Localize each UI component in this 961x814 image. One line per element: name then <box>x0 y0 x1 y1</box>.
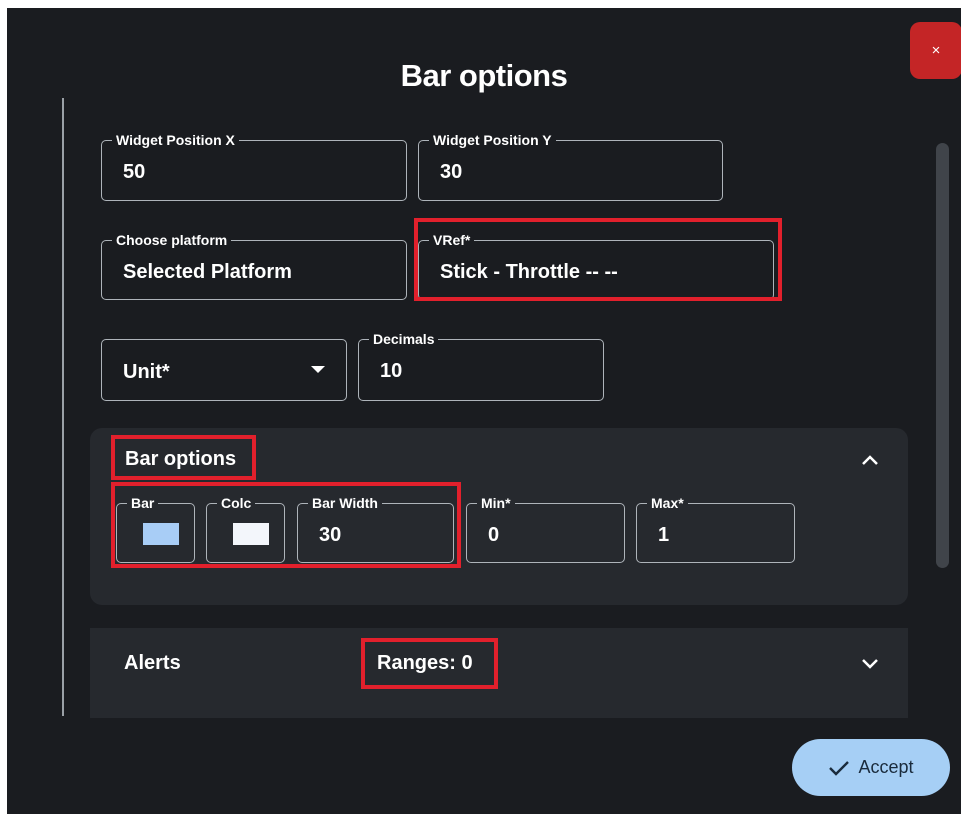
content-divider <box>62 98 64 716</box>
dialog-title: Bar options <box>400 58 568 93</box>
bar-options-title-highlight <box>111 435 256 480</box>
min-field[interactable]: Min* 0 <box>466 495 625 563</box>
ranges-highlight <box>361 638 498 689</box>
widget-position-y-value: 30 <box>440 161 463 183</box>
widget-position-y-label: Widget Position Y <box>429 132 556 148</box>
choose-platform-label: Choose platform <box>112 232 232 248</box>
chevron-up-icon[interactable] <box>862 455 878 465</box>
bar-color-fields-highlight <box>111 482 461 568</box>
widget-position-x-field[interactable]: Widget Position X 50 <box>101 132 407 201</box>
choose-platform-value: Selected Platform <box>123 261 292 283</box>
widget-position-x-label: Widget Position X <box>112 132 239 148</box>
max-field[interactable]: Max* 1 <box>636 495 795 563</box>
chevron-down-icon[interactable] <box>862 659 878 669</box>
vref-highlight <box>414 218 782 301</box>
caret-down-icon <box>311 366 325 373</box>
alerts-panel[interactable]: Alerts Ranges: 0 <box>90 628 908 718</box>
accept-button[interactable]: Accept <box>792 739 950 796</box>
bar-options-dialog: Bar options × Widget Position X 50 Widge… <box>7 8 961 814</box>
check-icon <box>829 760 850 776</box>
widget-position-y-field[interactable]: Widget Position Y 30 <box>418 132 723 201</box>
min-label: Min* <box>477 495 515 511</box>
choose-platform-field[interactable]: Choose platform Selected Platform <box>101 232 407 300</box>
close-icon: × <box>931 42 941 59</box>
max-value: 1 <box>658 524 670 546</box>
min-value: 0 <box>488 524 500 546</box>
unit-select[interactable]: Unit* <box>101 339 347 401</box>
close-button[interactable]: × <box>910 22 961 79</box>
unit-placeholder: Unit* <box>123 361 170 383</box>
widget-position-x-value: 50 <box>123 161 146 183</box>
accept-label: Accept <box>858 757 914 777</box>
scrollbar[interactable] <box>936 143 949 568</box>
decimals-label: Decimals <box>369 331 439 347</box>
max-label: Max* <box>647 495 688 511</box>
alerts-section-title: Alerts <box>124 652 181 674</box>
decimals-field[interactable]: Decimals 10 <box>358 331 604 401</box>
decimals-value: 10 <box>380 360 403 382</box>
